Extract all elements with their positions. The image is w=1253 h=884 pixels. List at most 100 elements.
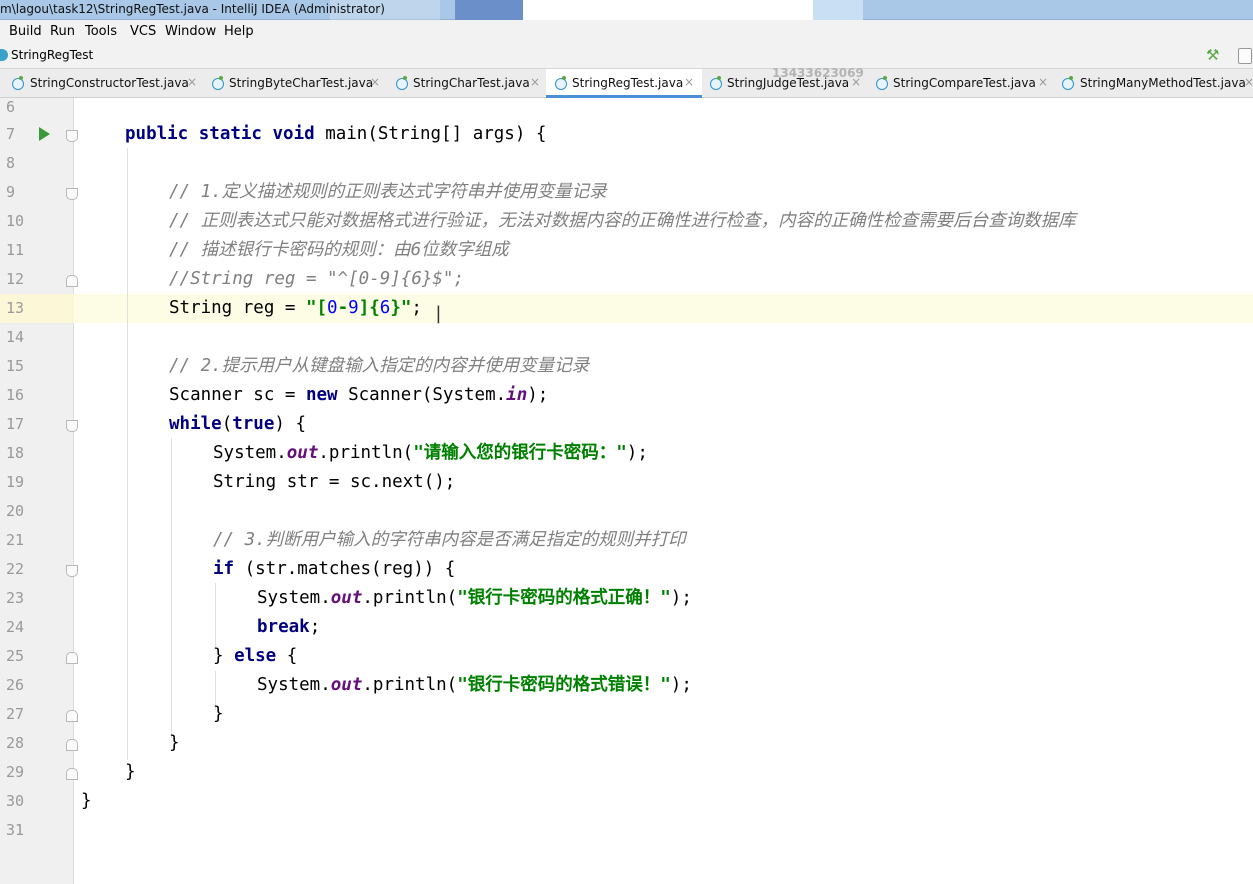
- fold-marker-icon[interactable]: [66, 768, 78, 780]
- tab-string-compare-test[interactable]: StringCompareTest.java ×: [866, 69, 1052, 98]
- java-class-icon: [555, 76, 567, 90]
- keyword: break: [257, 617, 310, 637]
- number-literal: 9: [348, 298, 359, 318]
- line-number: 6: [6, 98, 16, 116]
- line-number: 14: [6, 328, 25, 346]
- tab-string-many-method-test[interactable]: StringManyMethodTest.java ×: [1052, 69, 1253, 98]
- fold-marker-icon[interactable]: [66, 130, 78, 142]
- fold-marker-icon[interactable]: [66, 565, 78, 577]
- menu-help[interactable]: Help: [224, 24, 254, 39]
- menu-window[interactable]: Window: [165, 24, 216, 39]
- string-literal: -: [337, 298, 349, 318]
- keyword: true: [232, 414, 275, 434]
- close-icon[interactable]: ×: [370, 75, 380, 89]
- java-class-icon: [1062, 76, 1074, 90]
- fold-marker-icon[interactable]: [66, 420, 78, 432]
- line-number: 15: [6, 357, 25, 375]
- close-icon[interactable]: ×: [684, 75, 694, 89]
- number-literal: 0: [327, 298, 338, 318]
- title-bar-highlight: [455, 0, 525, 20]
- tab-label: StringConstructorTest.java: [30, 76, 189, 90]
- menu-run[interactable]: Run: [50, 24, 75, 39]
- keyword: while: [169, 414, 222, 434]
- run-icon[interactable]: [39, 127, 50, 141]
- tab-string-constructor-test[interactable]: StringConstructorTest.java ×: [8, 69, 204, 98]
- breadcrumb[interactable]: StringRegTest: [11, 48, 93, 62]
- tab-label: StringRegTest.java: [572, 76, 684, 90]
- line-number: 26: [6, 676, 25, 694]
- menu-bar: Build Run Tools VCS Window Help: [0, 20, 1253, 43]
- code-line-12: //String reg = "^[0-9]{6}$";: [169, 269, 465, 289]
- toolbar-button[interactable]: [1238, 48, 1252, 64]
- code-text: String reg =: [169, 298, 306, 318]
- java-class-icon: [212, 76, 224, 90]
- line-number: 20: [6, 502, 25, 520]
- code-text: .println(: [362, 588, 458, 608]
- title-bar-highlight: [523, 0, 813, 20]
- fold-marker-icon[interactable]: [66, 188, 78, 200]
- tab-string-char-test[interactable]: StringCharTest.java ×: [384, 69, 546, 98]
- java-class-icon: [710, 76, 722, 90]
- code-line-26: System.out.println("银行卡密码的格式错误！");: [257, 671, 692, 700]
- fold-marker-icon[interactable]: [66, 710, 78, 722]
- code-line-11: // 描述银行卡密码的规则：由6位数字组成: [169, 240, 509, 260]
- code-text: Scanner sc =: [169, 385, 306, 405]
- code-text: .println(: [362, 675, 458, 695]
- string-literal: "银行卡密码的格式正确！": [457, 588, 671, 608]
- window-title-bar: m\lagou\task12\StringRegTest.java - Inte…: [0, 0, 1253, 20]
- keyword: else: [234, 646, 277, 666]
- code-line-25: } else {: [213, 642, 297, 671]
- static-field: out: [286, 443, 319, 463]
- number-literal: 6: [379, 298, 391, 318]
- line-number: 13: [6, 299, 25, 317]
- line-number: 7: [6, 125, 16, 143]
- code-text: );: [527, 385, 549, 405]
- java-class-icon: [876, 76, 888, 90]
- code-text: );: [670, 675, 692, 695]
- code-line-29: }: [125, 762, 136, 782]
- close-icon[interactable]: ×: [530, 75, 540, 89]
- fold-marker-icon[interactable]: [66, 739, 78, 751]
- fold-marker-icon[interactable]: [66, 652, 78, 664]
- line-number: 25: [6, 647, 25, 665]
- menu-vcs[interactable]: VCS: [130, 24, 156, 39]
- code-line-17: while(true) {: [169, 410, 306, 439]
- code-editor[interactable]: 6 7 8 9 10 11 12 13 14 15 16 17 18 19 20…: [0, 98, 1253, 884]
- tab-label: StringCompareTest.java: [893, 76, 1036, 90]
- menu-build[interactable]: Build: [9, 24, 42, 39]
- static-field: out: [330, 675, 363, 695]
- code-text: {: [276, 646, 298, 666]
- code-line-15: // 2.提示用户从键盘输入指定的内容并使用变量记录: [169, 356, 590, 376]
- line-number: 24: [6, 618, 25, 636]
- tab-string-reg-test[interactable]: StringRegTest.java ×: [546, 69, 702, 98]
- static-field: out: [330, 588, 363, 608]
- tab-label: StringCharTest.java: [413, 76, 530, 90]
- code-line-22: if (str.matches(reg)) {: [213, 555, 455, 584]
- indent-guide: [127, 148, 128, 760]
- code-text: System.: [257, 588, 331, 608]
- code-line-28: }: [169, 733, 180, 753]
- fold-marker-icon[interactable]: [66, 275, 78, 287]
- code-line-19: String str = sc.next();: [213, 472, 456, 492]
- tab-string-byte-char-test[interactable]: StringByteCharTest.java ×: [204, 69, 384, 98]
- line-number: 12: [6, 270, 25, 288]
- string-literal: "请输入您的银行卡密码：": [413, 443, 627, 463]
- line-number: 11: [6, 241, 25, 259]
- java-class-icon: [396, 76, 408, 90]
- code-line-23: System.out.println("银行卡密码的格式正确！");: [257, 584, 692, 613]
- string-literal: "银行卡密码的格式错误！": [457, 675, 671, 695]
- keyword: new: [305, 385, 338, 405]
- title-bar-highlight: [813, 0, 863, 20]
- close-icon[interactable]: ×: [1038, 75, 1048, 89]
- line-number: 29: [6, 763, 25, 781]
- menu-tools[interactable]: Tools: [85, 24, 117, 39]
- string-literal: "[: [305, 298, 328, 318]
- code-line-10: // 正则表达式只能对数据格式进行验证，无法对数据内容的正确性进行检查，内容的正…: [169, 211, 1076, 231]
- close-icon[interactable]: ×: [187, 75, 197, 89]
- close-icon[interactable]: ×: [1244, 75, 1253, 89]
- code-line-7: public static void main(String[] args) {: [125, 120, 546, 149]
- build-hammer-icon[interactable]: ⚒: [1206, 46, 1219, 64]
- code-text: );: [670, 588, 692, 608]
- line-number: 18: [6, 444, 25, 462]
- code-line-16: Scanner sc = new Scanner(System.in);: [169, 381, 548, 410]
